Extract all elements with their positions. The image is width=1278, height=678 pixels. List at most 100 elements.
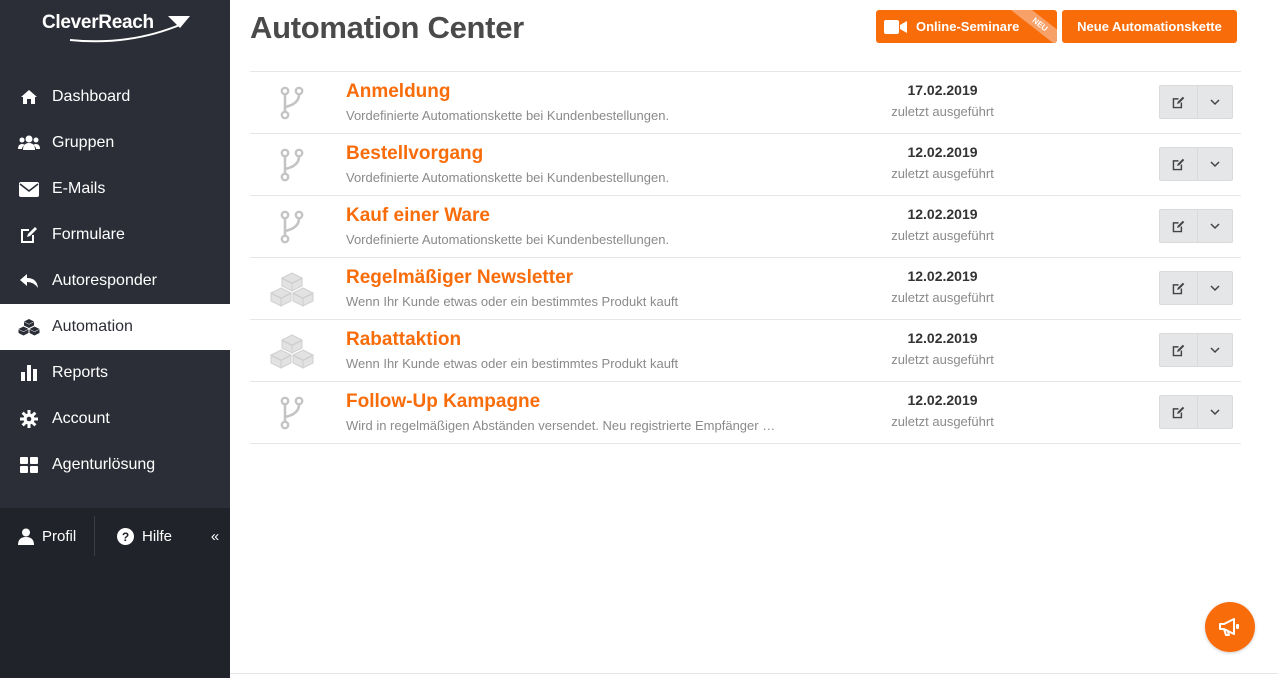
svg-text:?: ? (122, 530, 129, 544)
automation-title-link[interactable]: Regelmäßiger Newsletter (346, 267, 573, 289)
edit-button[interactable] (1159, 209, 1198, 243)
edit-button[interactable] (1159, 333, 1198, 367)
user-icon (18, 528, 34, 545)
branch-icon (266, 392, 318, 434)
last-run-date: 12.02.2019 (907, 330, 978, 346)
list-item: Follow-Up Kampagne Wird in regelmäßigen … (250, 382, 1241, 444)
row-actions (1159, 85, 1233, 119)
gear-icon (18, 409, 40, 429)
sidebar-item-label: E-Mails (52, 180, 106, 197)
sidebar-item-account[interactable]: Account (0, 396, 230, 442)
more-dropdown-button[interactable] (1198, 209, 1233, 243)
sidebar-item-label: Agenturlösung (52, 456, 156, 473)
more-dropdown-button[interactable] (1198, 85, 1233, 119)
list-item: Anmeldung Vordefinierte Automationskette… (250, 72, 1241, 134)
edit-icon (18, 225, 40, 245)
branch-icon (266, 206, 318, 248)
last-run-label: zuletzt ausgeführt (891, 414, 994, 429)
edit-button[interactable] (1159, 271, 1198, 305)
sidebar-item-autoresponder[interactable]: Autoresponder (0, 258, 230, 304)
last-run-label: zuletzt ausgeführt (891, 290, 994, 305)
automation-description: Wenn Ihr Kunde etwas oder ein bestimmtes… (346, 294, 679, 309)
edit-button[interactable] (1159, 85, 1198, 119)
branch-icon (266, 144, 318, 186)
profile-button[interactable]: Profil (0, 516, 95, 556)
new-automation-button[interactable]: Neue Automationskette (1062, 10, 1237, 43)
last-run-date: 12.02.2019 (907, 268, 978, 284)
main-content: Automation Center Online-Seminare NEU Ne… (230, 0, 1278, 678)
automation-description: Vordefinierte Automationskette bei Kunde… (346, 108, 670, 123)
chevron-down-icon (1210, 346, 1220, 353)
automation-title-link[interactable]: Bestellvorgang (346, 143, 483, 165)
help-label: Hilfe (142, 527, 173, 545)
automation-description: Wenn Ihr Kunde etwas oder ein bestimmtes… (346, 356, 679, 371)
edit-icon (1172, 96, 1185, 108)
list-item: Bestellvorgang Vordefinierte Automations… (250, 134, 1241, 196)
automation-title-link[interactable]: Kauf einer Ware (346, 205, 490, 227)
sidebar-item-label: Reports (52, 364, 109, 381)
more-dropdown-button[interactable] (1198, 147, 1233, 181)
last-run-date: 17.02.2019 (907, 82, 978, 98)
last-run-label: zuletzt ausgeführt (891, 352, 994, 367)
online-seminare-label: Online-Seminare (916, 19, 1020, 34)
edit-button[interactable] (1159, 395, 1198, 429)
automation-title-link[interactable]: Follow-Up Kampagne (346, 391, 540, 413)
sidebar-item-label: Formulare (52, 226, 125, 243)
branch-icon (266, 82, 318, 124)
collapse-sidebar-icon[interactable]: « (205, 516, 225, 556)
sidebar-item-gruppen[interactable]: Gruppen (0, 120, 230, 166)
sidebar-item-label: Autoresponder (52, 272, 157, 289)
more-dropdown-button[interactable] (1198, 395, 1233, 429)
last-run-date: 12.02.2019 (907, 392, 978, 408)
sidebar-item-dashboard[interactable]: Dashboard (0, 74, 230, 120)
sidebar-item-emails[interactable]: E-Mails (0, 166, 230, 212)
sidebar-item-label: Dashboard (52, 88, 131, 105)
automation-description: Vordefinierte Automationskette bei Kunde… (346, 170, 670, 185)
chevron-down-icon (1210, 408, 1220, 415)
app-root: CleverReach Dashboard Gruppen E-Mails Fo… (0, 0, 1278, 678)
last-run-label: zuletzt ausgeführt (891, 166, 994, 181)
last-run-date: 12.02.2019 (907, 206, 978, 222)
edit-icon (1172, 158, 1185, 170)
automation-title-link[interactable]: Rabattaktion (346, 329, 461, 351)
more-dropdown-button[interactable] (1198, 271, 1233, 305)
last-run-label: zuletzt ausgeführt (891, 228, 994, 243)
automation-title-link[interactable]: Anmeldung (346, 81, 451, 103)
row-actions (1159, 271, 1233, 305)
profile-label: Profil (42, 527, 77, 545)
more-dropdown-button[interactable] (1198, 333, 1233, 367)
sidebar-footer: Profil ? Hilfe « (0, 508, 230, 678)
row-actions (1159, 333, 1233, 367)
sidebar-nav: Dashboard Gruppen E-Mails Formulare Auto… (0, 74, 230, 488)
cubes-icon (18, 317, 40, 337)
sidebar-item-agenturloesung[interactable]: Agenturlösung (0, 442, 230, 488)
chevron-down-icon (1210, 284, 1220, 291)
list-item: Kauf einer Ware Vordefinierte Automation… (250, 196, 1241, 258)
help-button[interactable]: ? Hilfe (95, 516, 185, 556)
users-icon (18, 133, 40, 153)
online-seminare-button[interactable]: Online-Seminare NEU (876, 10, 1057, 43)
list-item: Regelmäßiger Newsletter Wenn Ihr Kunde e… (250, 258, 1241, 320)
edit-icon (1172, 220, 1185, 232)
grid-icon (18, 455, 40, 475)
last-run-date: 12.02.2019 (907, 144, 978, 160)
edit-button[interactable] (1159, 147, 1198, 181)
sidebar-item-formulare[interactable]: Formulare (0, 212, 230, 258)
row-actions (1159, 147, 1233, 181)
cubes-icon (266, 330, 318, 372)
row-actions (1159, 395, 1233, 429)
edit-icon (1172, 282, 1185, 294)
sidebar-footer-row: Profil ? Hilfe « (0, 516, 230, 556)
automation-description: Vordefinierte Automationskette bei Kunde… (346, 232, 670, 247)
sidebar-item-label: Account (52, 410, 110, 427)
home-icon (18, 87, 40, 107)
sidebar-item-automation[interactable]: Automation (0, 304, 230, 350)
megaphone-icon (1219, 618, 1239, 636)
sidebar-item-reports[interactable]: Reports (0, 350, 230, 396)
envelope-icon (18, 179, 40, 199)
list-item: Rabattaktion Wenn Ihr Kunde etwas oder e… (250, 320, 1241, 382)
page-title: Automation Center (250, 10, 524, 45)
logo-text: CleverReach (42, 12, 154, 33)
announcements-button[interactable] (1205, 602, 1255, 652)
automation-description: Wird in regelmäßigen Abständen versendet… (346, 418, 776, 433)
